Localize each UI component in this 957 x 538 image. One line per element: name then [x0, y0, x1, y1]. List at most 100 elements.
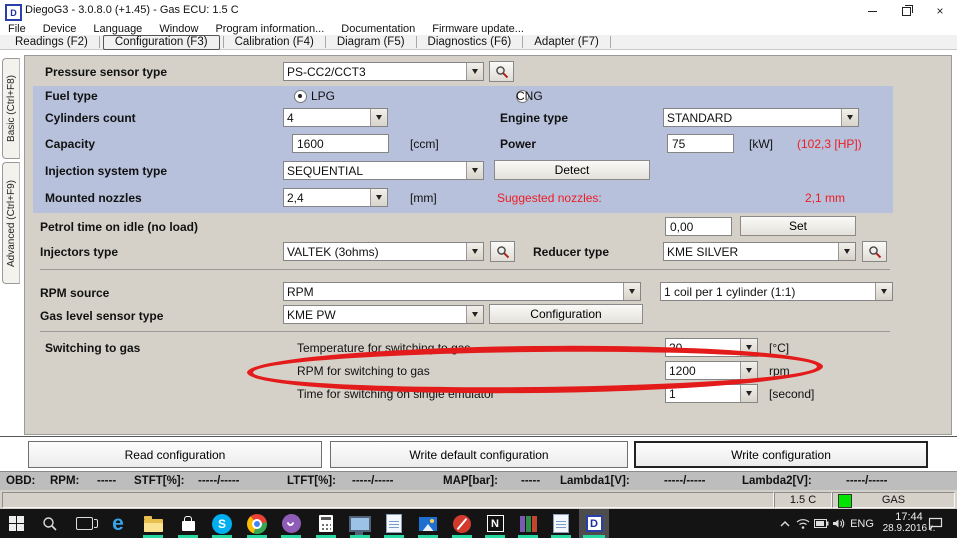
obd-map-value: ----- — [521, 475, 540, 487]
notepad-icon — [386, 514, 402, 533]
cylinders-count-select[interactable]: 4 — [283, 108, 388, 127]
fuel-lpg-radio[interactable] — [294, 90, 307, 103]
chevron-down-icon[interactable] — [466, 243, 483, 260]
petrol-time-input[interactable]: 0,00 — [665, 217, 732, 236]
injectors-type-select[interactable]: VALTEK (3ohms) — [283, 242, 484, 261]
chevron-down-icon[interactable] — [740, 385, 757, 402]
file-explorer-taskbar-item[interactable] — [139, 509, 167, 538]
diegog3-taskbar-item[interactable]: D — [579, 509, 609, 538]
volume-tray-button[interactable] — [830, 509, 848, 538]
fuel-type-label: Fuel type — [45, 89, 98, 103]
menu-program-information[interactable]: Program information... — [215, 23, 324, 35]
read-configuration-button[interactable]: Read configuration — [28, 441, 322, 468]
separator — [40, 269, 890, 270]
tab-configuration[interactable]: Configuration (F3) — [103, 35, 220, 50]
rpm-switch-select[interactable]: 1200 — [665, 361, 758, 380]
close-button[interactable]: × — [923, 0, 957, 22]
capacity-input[interactable]: 1600 — [292, 134, 389, 153]
skype-taskbar-item[interactable]: S — [208, 509, 236, 538]
chevron-down-icon[interactable] — [740, 339, 757, 356]
chevron-down-icon[interactable] — [370, 189, 387, 206]
temperature-switch-select[interactable]: 20 — [665, 338, 758, 357]
battery-tray-button[interactable] — [812, 509, 830, 538]
obd-stft-value: -----/----- — [198, 475, 240, 487]
notepad2-taskbar-item[interactable] — [547, 509, 575, 538]
chevron-down-icon[interactable] — [466, 306, 483, 323]
rpm-source-select[interactable]: RPM — [283, 282, 641, 301]
viber-taskbar-item[interactable] — [277, 509, 305, 538]
reducer-type-select[interactable]: KME SILVER — [663, 242, 856, 261]
speaker-icon — [832, 518, 846, 529]
task-view-icon — [76, 517, 93, 530]
language-indicator[interactable]: ENG — [848, 509, 876, 538]
n-app-taskbar-item[interactable]: N — [481, 509, 509, 538]
start-button[interactable] — [2, 509, 30, 538]
time-switch-select[interactable]: 1 — [665, 384, 758, 403]
irfanview-taskbar-item[interactable] — [448, 509, 476, 538]
injectors-search-button[interactable] — [490, 241, 515, 262]
photos-taskbar-item[interactable] — [414, 509, 442, 538]
tab-diagram[interactable]: Diagram (F5) — [326, 36, 416, 49]
power-unit: [kW] — [749, 137, 773, 151]
magnifier-icon — [496, 245, 510, 259]
obd-ltft-value: -----/----- — [352, 475, 394, 487]
magnifier-icon — [868, 245, 882, 259]
tab-diagnostics[interactable]: Diagnostics (F6) — [417, 36, 523, 49]
chevron-down-icon[interactable] — [466, 63, 483, 80]
chevron-down-icon[interactable] — [740, 362, 757, 379]
action-center-button[interactable] — [928, 509, 943, 538]
edge-taskbar-item[interactable]: e — [104, 509, 132, 538]
reducer-search-button[interactable] — [862, 241, 887, 262]
menu-window[interactable]: Window — [159, 23, 198, 35]
calculator-taskbar-item[interactable] — [312, 509, 340, 538]
chevron-down-icon[interactable] — [623, 283, 640, 300]
minimize-button[interactable] — [855, 0, 889, 22]
power-input[interactable]: 75 — [667, 134, 734, 153]
chevron-down-icon[interactable] — [841, 109, 858, 126]
mounted-nozzles-select[interactable]: 2,4 — [283, 188, 388, 207]
menu-device[interactable]: Device — [43, 23, 77, 35]
reducer-temperature-status: 1.5 C — [774, 492, 832, 508]
pressure-search-button[interactable] — [489, 61, 514, 82]
detect-button[interactable]: Detect — [494, 160, 650, 180]
obd-prefix: OBD: — [6, 475, 35, 487]
chrome-taskbar-item[interactable] — [243, 509, 271, 538]
tab-adapter[interactable]: Adapter (F7) — [523, 36, 610, 49]
chevron-down-icon[interactable] — [875, 283, 892, 300]
chevron-down-icon[interactable] — [466, 162, 483, 179]
set-button[interactable]: Set — [740, 216, 856, 236]
show-hidden-icons-button[interactable] — [776, 509, 794, 538]
side-tab-advanced[interactable]: Advanced (Ctrl+F9) — [2, 162, 20, 284]
obd-status-bar: OBD: RPM: ----- STFT[%]: -----/----- LTF… — [0, 471, 957, 490]
write-configuration-button[interactable]: Write configuration — [634, 441, 928, 468]
configuration-button[interactable]: Configuration — [489, 304, 643, 324]
chevron-down-icon[interactable] — [838, 243, 855, 260]
engine-type-select[interactable]: STANDARD — [663, 108, 859, 127]
fuel-mode-label: GAS — [882, 494, 905, 506]
menu-file[interactable]: File — [8, 23, 26, 35]
pressure-sensor-select[interactable]: PS-CC2/CCT3 — [283, 62, 484, 81]
store-taskbar-item[interactable] — [174, 509, 202, 538]
fuel-mode-status: GAS — [832, 492, 955, 508]
tab-calibration[interactable]: Calibration (F4) — [224, 36, 325, 49]
write-default-configuration-button[interactable]: Write default configuration — [330, 441, 628, 468]
task-view-button[interactable] — [70, 509, 98, 538]
menu-language[interactable]: Language — [93, 23, 142, 35]
chevron-down-icon[interactable] — [370, 109, 387, 126]
notepad-taskbar-item[interactable] — [380, 509, 408, 538]
app-icon: D — [5, 4, 22, 21]
menu-firmware-update[interactable]: Firmware update... — [432, 23, 524, 35]
side-tab-basic[interactable]: Basic (Ctrl+F8) — [2, 58, 20, 159]
coil-per-cylinder-select[interactable]: 1 coil per 1 cylinder (1:1) — [660, 282, 893, 301]
gas-level-sensor-select[interactable]: KME PW — [283, 305, 484, 324]
computer-taskbar-item[interactable] — [346, 509, 374, 538]
winrar-taskbar-item[interactable] — [514, 509, 542, 538]
wifi-tray-button[interactable] — [794, 509, 812, 538]
tab-readings[interactable]: Readings (F2) — [4, 36, 99, 49]
search-button[interactable] — [36, 509, 64, 538]
menu-bar: File Device Language Window Program info… — [0, 22, 957, 35]
menu-documentation[interactable]: Documentation — [341, 23, 415, 35]
injection-system-select[interactable]: SEQUENTIAL — [283, 161, 484, 180]
restore-button[interactable] — [889, 0, 923, 22]
cylinders-count-label: Cylinders count — [45, 111, 136, 125]
